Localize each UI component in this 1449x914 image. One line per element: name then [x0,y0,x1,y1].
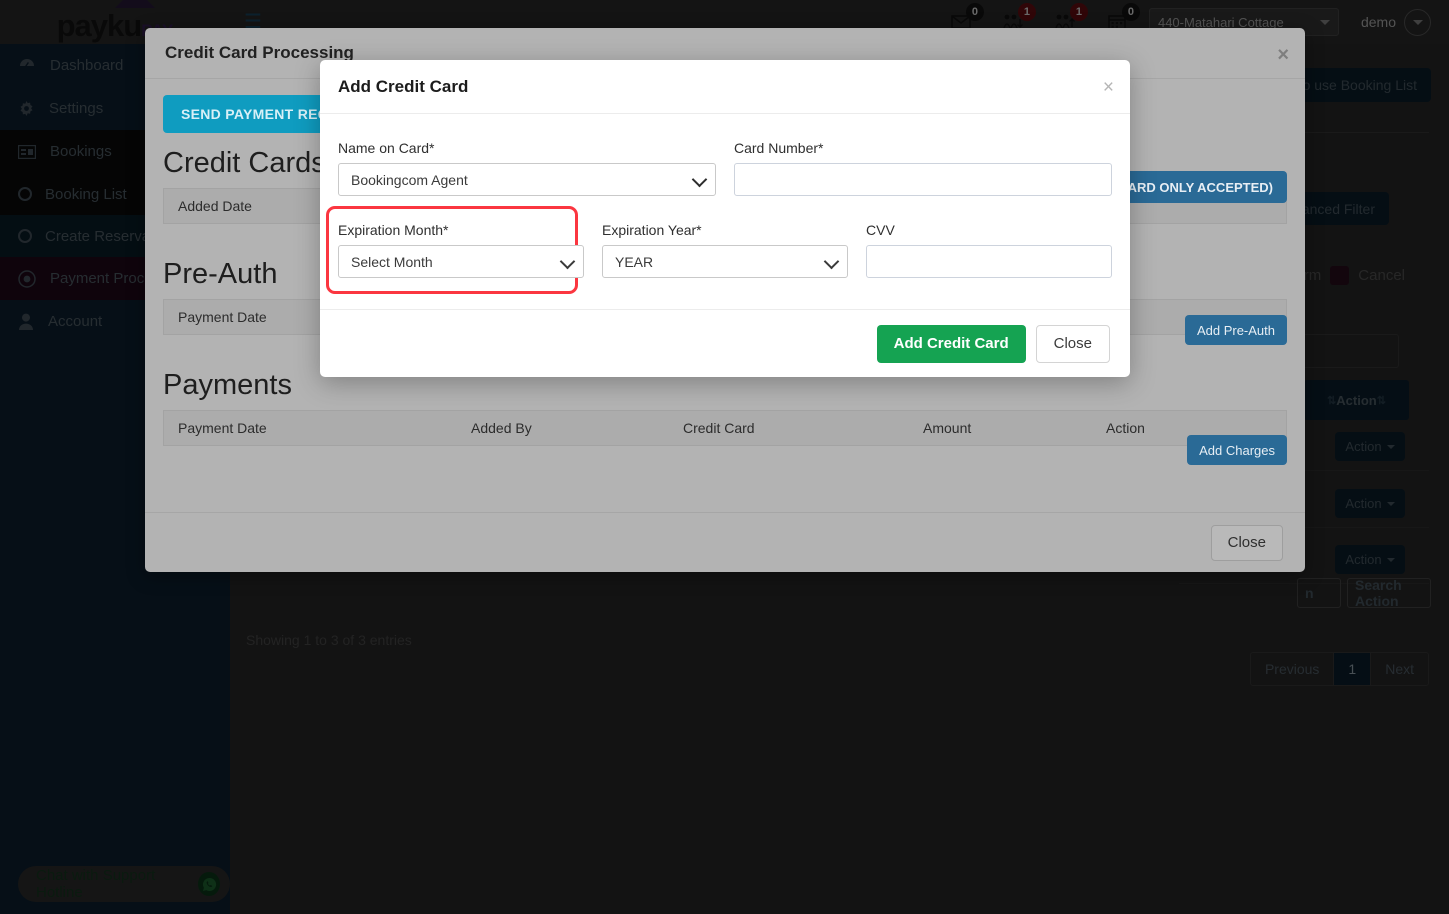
outer-modal-close-button[interactable]: Close [1210,524,1283,561]
expiration-month-select[interactable] [338,245,584,278]
field-group-expiration-year: Expiration Year* [602,216,848,286]
label-cvv: CVV [866,222,895,238]
inner-modal-footer: Add Credit Card Close [320,309,1130,377]
inner-modal-close-button[interactable]: Close [1035,324,1110,363]
column-header-action: Action [1106,420,1145,436]
inner-modal-body: Name on Card* Card Number* Expiration Mo… [320,114,1130,294]
add-pre-auth-button[interactable]: Add Pre-Auth [1184,315,1287,345]
column-header-added-date: Added Date [178,198,252,214]
expiration-month-select-wrap [338,245,584,278]
column-header-added-by: Added By [471,420,532,436]
outer-modal-footer: Close [145,512,1305,572]
close-icon[interactable]: × [1277,45,1289,65]
add-credit-card-modal: Add Credit Card × Name on Card* Card Num… [320,60,1130,377]
column-header-payment-date: Payment Date [178,420,267,436]
column-header-payment-date: Payment Date [178,309,267,325]
add-credit-card-submit-button[interactable]: Add Credit Card [876,324,1026,363]
form-row-2: Expiration Month* Expiration Year* CVV [326,206,1112,294]
label-name-on-card: Name on Card* [338,140,435,156]
field-group-card-number: Card Number* [734,134,1112,204]
column-header-credit-card: Credit Card [683,420,755,436]
close-icon[interactable]: × [1103,78,1114,97]
form-row-1: Name on Card* Card Number* [338,134,1112,204]
add-charges-button[interactable]: Add Charges [1187,435,1287,465]
expiration-year-select[interactable] [602,245,848,278]
field-group-cvv: CVV [866,216,1112,286]
payments-table-header: Payment Date Added By Credit Card Amount… [163,410,1287,446]
name-on-card-select[interactable] [338,163,716,196]
inner-modal-header: Add Credit Card × [320,60,1130,113]
expiration-year-select-wrap [602,245,848,278]
field-group-name-on-card: Name on Card* [338,134,716,204]
label-expiration-year: Expiration Year* [602,222,702,238]
cvv-input[interactable] [866,245,1112,278]
name-on-card-select-wrap [338,163,716,196]
label-expiration-month: Expiration Month* [338,222,449,238]
label-card-number: Card Number* [734,140,824,156]
column-header-amount: Amount [923,420,972,436]
field-group-expiration-month: Expiration Month* [326,206,584,294]
card-number-input[interactable] [734,163,1112,196]
inner-modal-title: Add Credit Card [338,76,469,96]
